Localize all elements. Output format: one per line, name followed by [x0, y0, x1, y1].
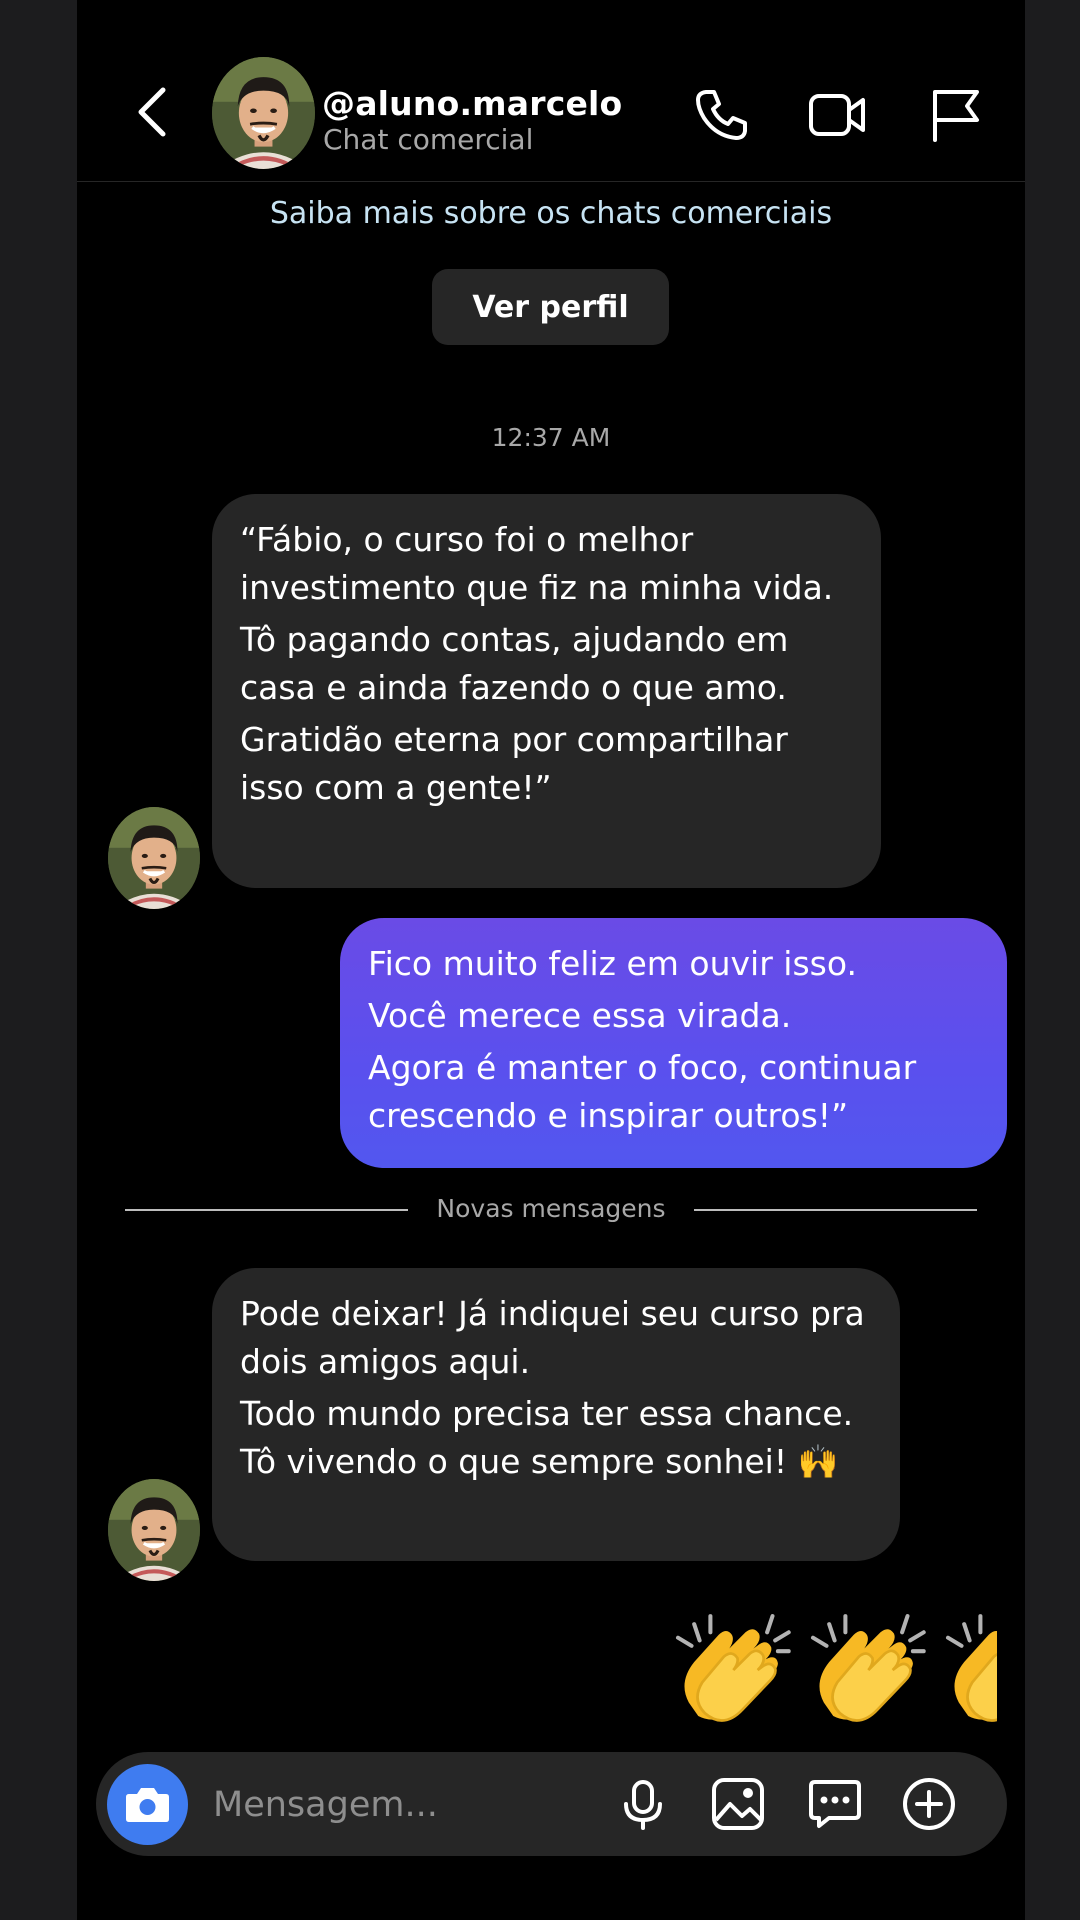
- plus-icon[interactable]: [901, 1776, 957, 1832]
- phone-icon[interactable]: [692, 84, 752, 144]
- view-profile-button[interactable]: Ver perfil: [432, 269, 669, 345]
- message-line: Pode deixar! Já indiquei seu curso pra d…: [240, 1294, 865, 1381]
- microphone-icon[interactable]: [615, 1776, 671, 1832]
- message-line: Agora é manter o foco, continuar crescen…: [368, 1048, 917, 1135]
- clapping-hands-icon: [813, 1616, 924, 1720]
- message-line: Todo mundo precisa ter essa chance. Tô v…: [240, 1394, 854, 1481]
- sender-avatar[interactable]: [108, 1479, 200, 1581]
- sticker-icon[interactable]: [807, 1776, 863, 1832]
- clapping-hands-icon: [948, 1616, 997, 1720]
- message-line: “Fábio, o curso foi o melhor investiment…: [240, 520, 834, 607]
- camera-icon[interactable]: [107, 1764, 188, 1845]
- message-composer: [96, 1752, 1007, 1856]
- avatar[interactable]: [212, 57, 315, 169]
- learn-more-link[interactable]: Saiba mais sobre os chats comerciais: [77, 196, 1025, 231]
- video-icon[interactable]: [807, 84, 867, 144]
- chat-username[interactable]: @aluno.marcelo: [322, 84, 622, 123]
- gallery-icon[interactable]: [710, 1776, 766, 1832]
- chat-subtitle: Chat comercial: [323, 123, 534, 156]
- message-line: Gratidão eterna por compartilhar isso co…: [240, 720, 788, 807]
- message-input[interactable]: [211, 1778, 515, 1832]
- emoji-message[interactable]: [467, 1600, 997, 1735]
- outgoing-message[interactable]: Fico muito feliz em ouvir isso. Você mer…: [340, 918, 1007, 1168]
- chat-header: @aluno.marcelo Chat comercial: [77, 0, 1025, 182]
- incoming-message[interactable]: Pode deixar! Já indiquei seu curso pra d…: [212, 1268, 900, 1561]
- chat-screen: @aluno.marcelo Chat comercial Saiba mais…: [77, 0, 1025, 1920]
- sender-avatar[interactable]: [108, 807, 200, 909]
- message-timestamp: 12:37 AM: [491, 423, 611, 452]
- back-icon[interactable]: [129, 84, 177, 140]
- new-messages-divider: Novas mensagens: [125, 1194, 977, 1226]
- incoming-message[interactable]: “Fábio, o curso foi o melhor investiment…: [212, 494, 881, 888]
- message-line: Tô pagando contas, ajudando em casa e ai…: [240, 620, 789, 707]
- flag-icon[interactable]: [925, 84, 985, 144]
- message-line: Fico muito feliz em ouvir isso.: [368, 944, 857, 983]
- message-line: Você merece essa virada.: [368, 996, 792, 1035]
- clapping-hands-icon: [678, 1616, 789, 1720]
- divider-line: [694, 1209, 977, 1211]
